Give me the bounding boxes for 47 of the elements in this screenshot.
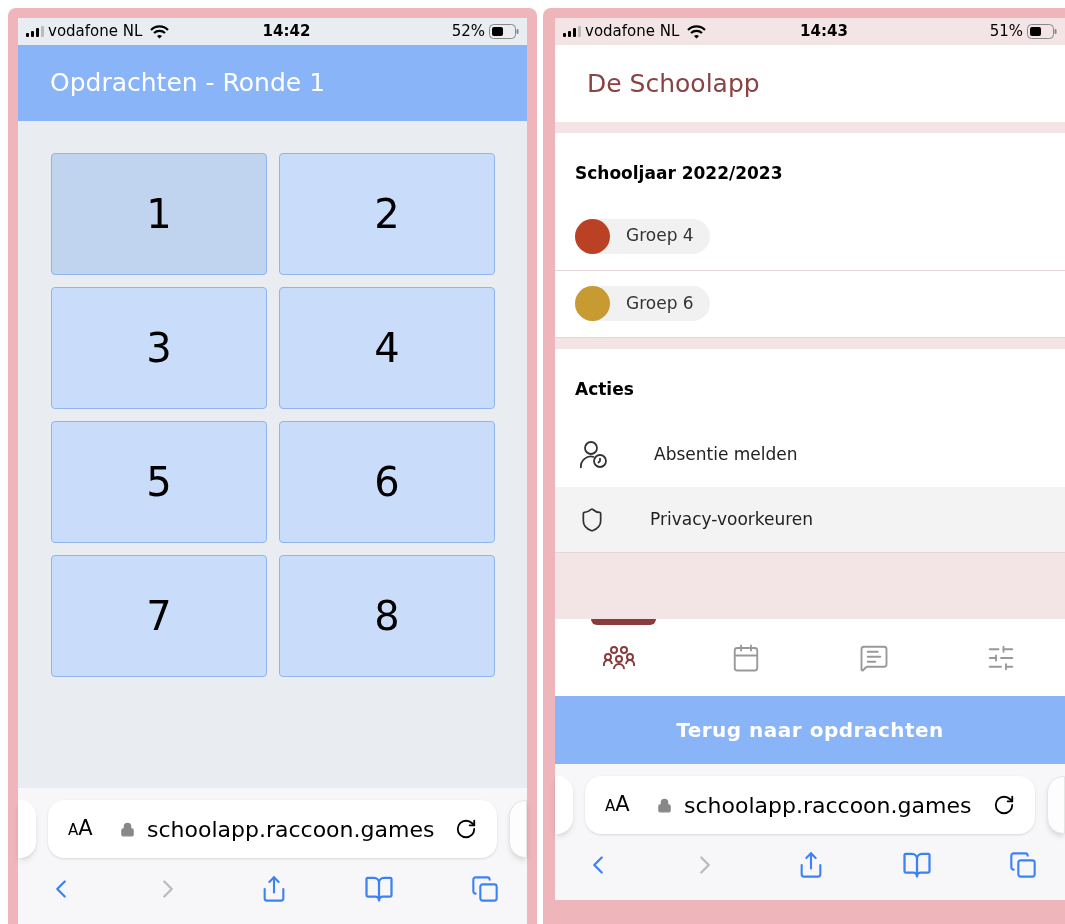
text-size-button[interactable]: AA	[605, 789, 645, 821]
active-tab-indicator	[591, 619, 656, 625]
person-clock-icon	[579, 439, 609, 470]
battery-percentage: 51%	[989, 21, 1023, 43]
address-bar[interactable]: AA schoolapp.raccoon.games	[585, 776, 1035, 834]
text-size-button[interactable]: AA	[68, 813, 108, 845]
assignment-tile[interactable]: 8	[279, 555, 495, 677]
assignment-tile[interactable]: 5	[51, 421, 267, 543]
battery-icon	[489, 24, 519, 39]
tabs-icon[interactable]	[471, 875, 499, 903]
actions-heading: Acties	[574, 377, 635, 401]
address-bar[interactable]: AA schoolapp.raccoon.games	[48, 800, 497, 858]
action-item[interactable]: Privacy-voorkeuren	[555, 487, 1065, 552]
assignment-tile[interactable]: 6	[279, 421, 495, 543]
signal-icon	[26, 26, 44, 37]
carrier-name: vodafone NL	[585, 21, 680, 43]
signal-icon	[563, 26, 581, 37]
page-title: Opdrachten - Ronde 1	[50, 67, 326, 100]
group-name: Groep 4	[626, 224, 694, 248]
assignment-tile[interactable]: 2	[279, 153, 495, 275]
reload-icon[interactable]	[455, 818, 477, 840]
assignment-tile[interactable]: 3	[51, 287, 267, 409]
assignment-tile[interactable]: 1	[51, 153, 267, 275]
app-title: De Schoolapp	[587, 67, 760, 100]
clock-time: 14:43	[800, 21, 848, 43]
wifi-icon	[150, 24, 170, 39]
shield-icon	[579, 506, 605, 533]
wifi-icon	[687, 24, 707, 39]
group-chip[interactable]: Groep 4	[575, 218, 710, 254]
group-name: Groep 6	[626, 291, 694, 315]
url-text: schoolapp.raccoon.games	[147, 815, 436, 844]
url-text: schoolapp.raccoon.games	[684, 791, 973, 820]
battery-icon	[1027, 24, 1057, 39]
reload-icon[interactable]	[993, 794, 1015, 816]
assignment-tile[interactable]: 7	[51, 555, 267, 677]
bookmarks-icon[interactable]	[364, 874, 395, 904]
bookmarks-icon[interactable]	[902, 850, 932, 880]
year-heading: Schooljaar 2022/2023	[574, 162, 784, 185]
group-chip[interactable]: Groep 6	[575, 286, 710, 321]
clock-time: 14:42	[262, 21, 311, 43]
battery-percentage: 52%	[451, 21, 485, 43]
tabs-icon[interactable]	[1009, 851, 1037, 879]
people-icon[interactable]	[602, 645, 635, 670]
lock-icon	[120, 821, 135, 837]
carrier-name: vodafone NL	[48, 21, 143, 43]
assignment-tile[interactable]: 4	[279, 287, 495, 409]
lock-icon	[657, 797, 672, 813]
